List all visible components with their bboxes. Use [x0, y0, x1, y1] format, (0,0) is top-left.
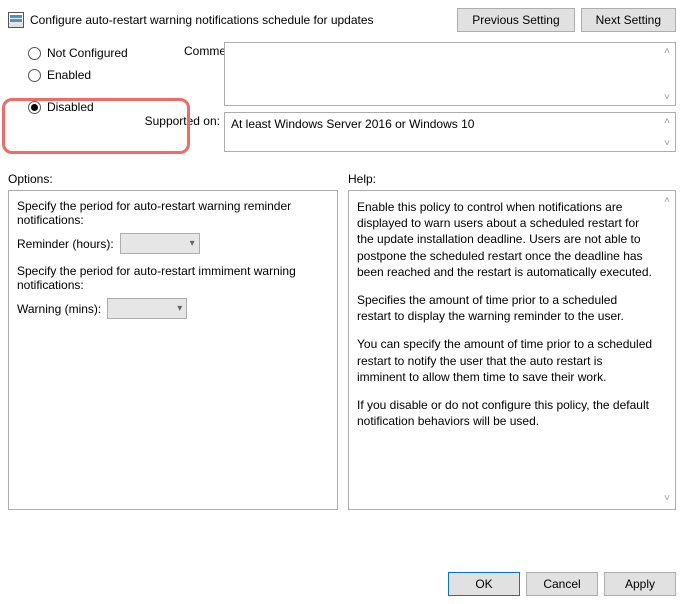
page-title: Configure auto-restart warning notificat… [30, 13, 451, 27]
scrollbar[interactable]: ˄ ˅ [659, 193, 675, 507]
radio-label: Not Configured [47, 46, 128, 60]
supported-on-text: At least Windows Server 2016 or Windows … [231, 117, 474, 131]
scrollbar[interactable]: ˄ ˅ [659, 43, 675, 105]
chevron-down-icon: ▾ [190, 238, 195, 249]
reminder-hours-select[interactable]: ▾ [120, 233, 200, 254]
help-paragraph: Specifies the amount of time prior to a … [357, 292, 653, 324]
ok-button[interactable]: OK [448, 572, 520, 596]
scroll-up-icon: ˄ [659, 43, 675, 59]
help-panel: Enable this policy to control when notif… [348, 190, 676, 510]
options-panel: Specify the period for auto-restart warn… [8, 190, 338, 510]
warning-mins-select[interactable]: ▾ [107, 298, 187, 319]
help-paragraph: If you disable or do not configure this … [357, 397, 653, 429]
options-text: Specify the period for auto-restart warn… [17, 199, 329, 227]
help-paragraph: You can specify the amount of time prior… [357, 336, 653, 385]
radio-icon [28, 69, 41, 82]
help-paragraph: Enable this policy to control when notif… [357, 199, 653, 280]
scroll-up-icon: ˄ [659, 113, 675, 129]
supported-on-label: Supported on: [8, 112, 224, 152]
radio-label: Enabled [47, 68, 91, 82]
scrollbar[interactable]: ˄ ˅ [659, 113, 675, 151]
scroll-up-icon: ˄ [659, 193, 675, 209]
warning-mins-label: Warning (mins): [17, 302, 101, 316]
policy-icon [8, 12, 24, 28]
next-setting-button[interactable]: Next Setting [581, 8, 676, 32]
options-label: Options: [8, 172, 338, 186]
reminder-hours-label: Reminder (hours): [17, 237, 114, 251]
radio-icon [28, 47, 41, 60]
cancel-button[interactable]: Cancel [526, 572, 598, 596]
help-label: Help: [348, 172, 676, 186]
radio-not-configured[interactable]: Not Configured [28, 42, 184, 64]
supported-on-box: At least Windows Server 2016 or Windows … [224, 112, 676, 152]
comment-textarea[interactable]: ˄ ˅ [224, 42, 676, 106]
radio-enabled[interactable]: Enabled [28, 64, 184, 86]
scroll-down-icon: ˅ [659, 89, 675, 105]
comment-label: Comment: [184, 42, 224, 58]
scroll-down-icon: ˅ [659, 135, 675, 151]
apply-button[interactable]: Apply [604, 572, 676, 596]
previous-setting-button[interactable]: Previous Setting [457, 8, 574, 32]
scroll-down-icon: ˅ [659, 491, 675, 507]
options-text: Specify the period for auto-restart immi… [17, 264, 329, 292]
chevron-down-icon: ▾ [177, 303, 182, 314]
